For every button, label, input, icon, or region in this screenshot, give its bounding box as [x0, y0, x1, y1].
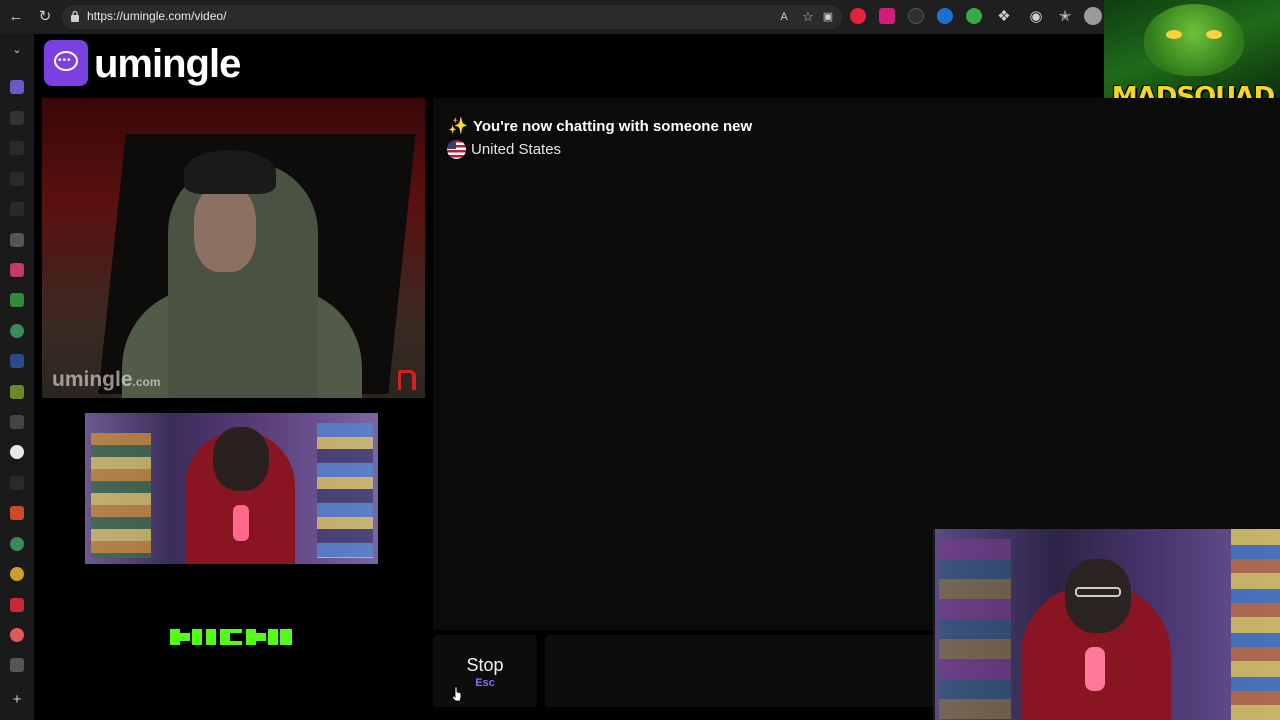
sidebar-tab-icon[interactable] [10, 111, 24, 125]
stream-overlay-logo: MADSQUAD [1104, 0, 1280, 112]
self-video-preview [85, 413, 378, 564]
streamer-webcam-overlay [933, 529, 1280, 720]
url-text: https://umingle.com/video/ [87, 9, 227, 23]
extension-icon[interactable] [966, 8, 982, 24]
stop-shortcut-hint: Esc [475, 677, 495, 689]
sidebar-tab-icon[interactable] [10, 537, 24, 551]
sidebar-tab-icon[interactable] [10, 628, 24, 642]
profile-avatar[interactable] [1084, 7, 1102, 25]
sidebar-tab-icon[interactable] [10, 233, 24, 247]
sparkle-icon: ✨ [448, 118, 468, 135]
extension-icon[interactable] [908, 8, 924, 24]
add-icon[interactable]: + [7, 690, 27, 710]
back-icon[interactable]: ← [6, 7, 26, 27]
video-watermark: umingle.com [52, 368, 161, 391]
stop-button-label: Stop [466, 655, 504, 675]
sidebar-tab-icon[interactable] [10, 293, 24, 307]
kick-logo [170, 629, 292, 645]
logo-icon[interactable]: ••• [44, 40, 88, 86]
google-icon[interactable] [10, 445, 24, 459]
sidebar-tab-icon[interactable] [10, 141, 24, 155]
read-aloud-icon[interactable]: A [774, 7, 794, 27]
sidebar-tab-icon[interactable] [10, 324, 24, 338]
chat-message-input[interactable] [545, 635, 935, 707]
extension-icon[interactable] [850, 8, 866, 24]
extension-icon[interactable] [879, 8, 895, 24]
report-flag-icon[interactable] [398, 370, 416, 390]
us-flag-icon [447, 140, 466, 159]
favorites-icon[interactable]: ✭ [1055, 7, 1075, 27]
browser-sidebar: ⌄ + [0, 34, 34, 720]
camera-icon[interactable]: ▣ [818, 7, 838, 27]
sidebar-tab-icon[interactable] [10, 80, 24, 94]
site-logo-text[interactable]: umingle [94, 42, 241, 87]
sidebar-tab-icon[interactable] [10, 202, 24, 216]
sidebar-tab-icon[interactable] [10, 172, 24, 186]
remote-video: umingle.com [42, 98, 425, 398]
stop-button[interactable]: Stop Esc [433, 635, 537, 707]
partner-country: United States [471, 141, 562, 158]
reload-icon[interactable]: ↻ [35, 7, 55, 27]
extensions-puzzle-icon[interactable]: ❖ [994, 7, 1014, 27]
sidebar-tab-icon[interactable] [10, 354, 24, 368]
sidebar-tab-icon[interactable] [10, 385, 24, 399]
sidebar-tab-icon[interactable] [10, 415, 24, 429]
lock-icon [71, 10, 79, 22]
speaker-icon[interactable] [10, 658, 24, 672]
mouse-cursor-icon [452, 686, 462, 702]
favorite-icon[interactable]: ☆ [798, 7, 818, 27]
sidebar-tab-icon[interactable] [10, 263, 24, 277]
extension-icon[interactable] [937, 8, 953, 24]
sidebar-tab-icon[interactable] [10, 598, 24, 612]
mascot-illustration [1144, 4, 1244, 76]
sidebar-tab-icon[interactable] [10, 567, 24, 581]
tab-icon[interactable]: ◉ [1026, 7, 1046, 27]
chat-status-message: You're now chatting with someone new [473, 118, 753, 135]
address-bar[interactable]: https://umingle.com/video/ A ☆ ▣ [62, 5, 842, 29]
chevron-down-icon[interactable]: ⌄ [7, 40, 27, 60]
sidebar-tab-icon[interactable] [10, 476, 24, 490]
gmail-icon[interactable] [10, 506, 24, 520]
browser-toolbar: ← ↻ https://umingle.com/video/ A ☆ ▣ ❖ ◉… [0, 0, 1280, 34]
